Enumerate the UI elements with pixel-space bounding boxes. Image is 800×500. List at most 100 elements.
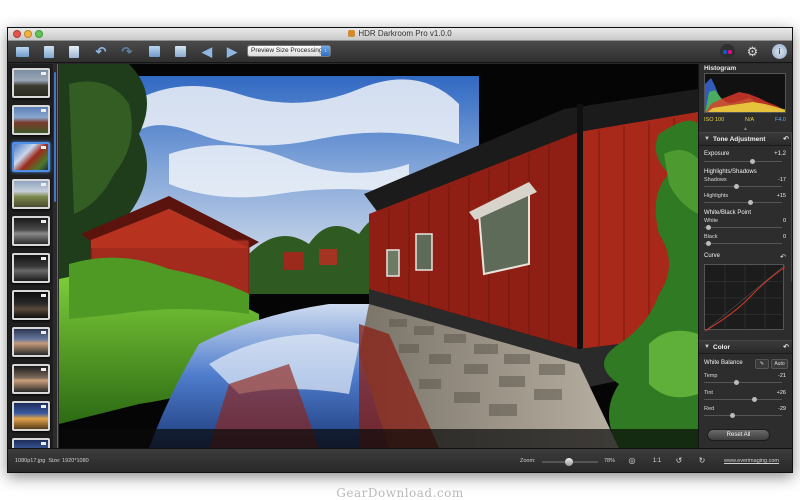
zoom-value: 78%: [604, 458, 616, 464]
tint-slider[interactable]: [704, 397, 782, 402]
image-canvas[interactable]: [59, 64, 698, 448]
undo-icon[interactable]: ↶: [94, 44, 108, 59]
file-size: Size: 1920*1080: [48, 458, 89, 464]
rotate-right-icon[interactable]: ↻: [696, 455, 708, 467]
window-title: HDR Darkroom Pro v1.0.0: [8, 29, 792, 38]
highlights-slider[interactable]: [704, 200, 782, 205]
tint-slider-knob[interactable]: [752, 397, 757, 402]
histogram-graph: [704, 73, 786, 113]
settings-gear-icon[interactable]: ⚙: [745, 44, 760, 59]
thumbnail-11[interactable]: [12, 438, 50, 448]
fit-to-window-icon[interactable]: ◎: [626, 455, 638, 467]
collapse-triangle-icon: ▼: [704, 344, 710, 350]
file-info: 1080p17.jpg Size: 1920*1080: [15, 458, 89, 464]
zoom-slider-knob[interactable]: [565, 458, 574, 466]
exposure-slider[interactable]: [704, 159, 782, 164]
shadows-label: Shadows: [704, 177, 727, 183]
highlights-label: Highlights: [704, 193, 729, 199]
highlights-shadows-group: Highlights/Shadows: [704, 169, 757, 175]
black-slider-knob[interactable]: [706, 241, 711, 246]
thumbnail-2[interactable]: [12, 105, 50, 135]
compare-icon[interactable]: [147, 45, 161, 58]
exif-info: ISO 100 N/A F4.0: [704, 117, 786, 123]
white-row: White 0: [704, 218, 786, 224]
shadows-value: -17: [778, 177, 786, 183]
title-bar: HDR Darkroom Pro v1.0.0: [8, 28, 792, 41]
thumbnail-3-selected[interactable]: [12, 142, 50, 172]
highlights-value: +15: [776, 193, 786, 199]
open-file-icon[interactable]: [42, 45, 56, 58]
white-slider[interactable]: [704, 225, 782, 230]
black-slider[interactable]: [704, 241, 782, 246]
processing-mode-select[interactable]: Preview Size Processing ↕: [247, 45, 331, 57]
reset-all-button[interactable]: Reset All: [707, 429, 770, 441]
shadows-slider[interactable]: [704, 184, 782, 189]
thumbnail-4[interactable]: [12, 179, 50, 209]
red-slider[interactable]: [704, 413, 782, 418]
exposure-slider-knob[interactable]: [750, 159, 755, 164]
toolbar: ↶ ↷ ◀ ▶ Preview Size Processing ↕ ⚙ i: [8, 41, 792, 63]
export-icon[interactable]: [67, 45, 81, 58]
panel-scrollbar[interactable]: [791, 132, 792, 282]
adjustment-panel: Histogram ISO 100 N/A F4.0 ▲ ▼ Tone Adju…: [698, 64, 792, 448]
white-label: White: [704, 218, 719, 224]
shutter-value: N/A: [745, 117, 755, 123]
tint-row: Tint +26: [704, 390, 786, 396]
aperture-value: F4.0: [774, 117, 786, 123]
website-link[interactable]: www.everimaging.com: [724, 458, 779, 464]
highlights-slider-knob[interactable]: [748, 200, 753, 205]
redo-icon[interactable]: ↷: [120, 44, 134, 59]
crop-icon[interactable]: [173, 45, 187, 58]
shadows-row: Shadows -17: [704, 177, 786, 183]
thumbnail-8[interactable]: [12, 327, 50, 357]
tone-adjustment-title: Tone Adjustment: [713, 136, 766, 143]
hdr-photo-preview: [59, 64, 698, 448]
tone-adjustment-header[interactable]: ▼ Tone Adjustment ↶: [699, 132, 792, 146]
temp-value: -21: [778, 373, 786, 379]
thumbnail-6[interactable]: [12, 253, 50, 283]
thumbnail-7[interactable]: [12, 290, 50, 320]
eyedropper-icon[interactable]: ✎: [755, 359, 769, 369]
white-slider-knob[interactable]: [706, 225, 711, 230]
reset-color-icon[interactable]: ↶: [783, 341, 789, 354]
black-label: Black: [704, 234, 718, 240]
flickr-icon[interactable]: [720, 44, 735, 59]
tint-label: Tint: [704, 390, 713, 396]
shadows-slider-knob[interactable]: [734, 184, 739, 189]
app-icon: [348, 30, 356, 37]
thumbnail-5[interactable]: [12, 216, 50, 246]
reset-curve-icon[interactable]: ↶: [780, 253, 786, 261]
color-header[interactable]: ▼ Color ↶: [699, 340, 792, 354]
color-title: Color: [713, 344, 730, 351]
watermark: GearDownload.com: [336, 486, 464, 500]
temp-slider-knob[interactable]: [734, 380, 739, 385]
info-icon[interactable]: i: [772, 44, 787, 59]
temp-row: Temp -21: [704, 373, 786, 379]
previous-arrow-icon[interactable]: ◀: [200, 44, 214, 59]
file-name: 1080p17.jpg: [15, 458, 46, 464]
rotate-left-icon[interactable]: ↺: [673, 455, 685, 467]
filmstrip: [8, 64, 58, 448]
exposure-label: Exposure: [704, 151, 730, 157]
reset-tone-icon[interactable]: ↶: [783, 133, 789, 146]
temp-label: Temp: [704, 373, 718, 379]
iso-value: ISO 100: [704, 117, 725, 123]
select-arrows-icon: ↕: [321, 46, 330, 56]
filmstrip-scroll-thumb[interactable]: [54, 72, 56, 202]
auto-white-balance-button[interactable]: Auto: [771, 359, 788, 369]
thumbnail-9[interactable]: [12, 364, 50, 394]
tone-curve-editor[interactable]: [704, 264, 786, 332]
filmstrip-scrollbar[interactable]: [53, 64, 57, 448]
red-slider-knob[interactable]: [730, 413, 735, 418]
temp-slider[interactable]: [704, 380, 782, 385]
red-label: Red: [704, 406, 715, 412]
white-black-point-group: White/Black Point: [704, 210, 752, 216]
thumbnail-1[interactable]: [12, 68, 50, 98]
black-row: Black 0: [704, 234, 786, 240]
processing-mode-value: Preview Size Processing: [251, 47, 323, 54]
next-arrow-icon[interactable]: ▶: [225, 44, 239, 59]
zoom-slider[interactable]: [542, 458, 598, 466]
thumbnail-10[interactable]: [12, 401, 50, 431]
open-folder-icon[interactable]: [15, 45, 29, 58]
actual-size-button[interactable]: 1:1: [649, 455, 665, 467]
